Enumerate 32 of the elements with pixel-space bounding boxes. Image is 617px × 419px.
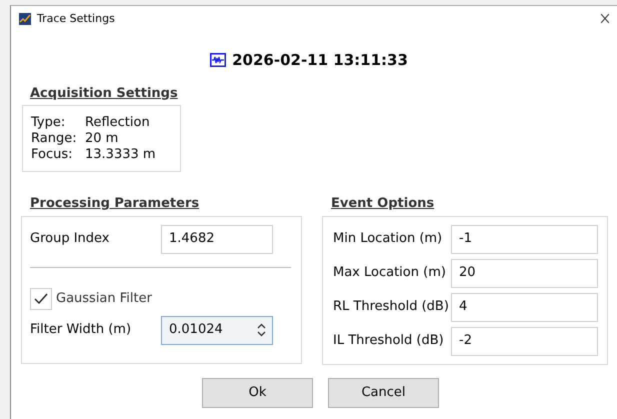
spin-arrows-icon[interactable] bbox=[257, 323, 266, 337]
section-heading: Processing Parameters bbox=[30, 195, 200, 213]
field-value: 13.3333 m bbox=[85, 147, 156, 163]
field-label: RL Threshold (dB) bbox=[333, 298, 450, 316]
section-heading: Acquisition Settings bbox=[30, 84, 178, 102]
field-label: IL Threshold (dB) bbox=[333, 332, 445, 350]
field-label: Range: bbox=[31, 131, 78, 147]
text-field[interactable]: 4 bbox=[451, 292, 598, 322]
field-label: Type: bbox=[31, 115, 66, 131]
close-icon[interactable] bbox=[601, 14, 609, 23]
field-value: 20 m bbox=[85, 131, 118, 147]
text-field[interactable]: -2 bbox=[451, 326, 598, 356]
section-heading: Event Options bbox=[331, 195, 434, 213]
dialog-button[interactable]: Ok bbox=[202, 378, 313, 408]
gaussian-filter-checkbox[interactable] bbox=[30, 288, 52, 310]
text-field[interactable]: -1 bbox=[451, 224, 598, 254]
field-label: Max Location (m) bbox=[333, 264, 447, 282]
check-icon bbox=[34, 292, 48, 304]
field-label: Filter Width (m) bbox=[30, 321, 132, 340]
dialog-button[interactable]: Cancel bbox=[328, 378, 439, 408]
timestamp: 2026-02-11 13:11:33 bbox=[232, 50, 408, 71]
field-label: Min Location (m) bbox=[333, 230, 444, 248]
field-label: Group Index bbox=[30, 230, 110, 248]
waveform-icon bbox=[210, 53, 226, 68]
window-title: Trace Settings bbox=[37, 10, 115, 27]
app-icon bbox=[19, 13, 31, 25]
group-index-field[interactable]: 1.4682 bbox=[161, 224, 273, 254]
field-label: Focus: bbox=[31, 147, 74, 163]
field-value: Reflection bbox=[85, 115, 150, 131]
checkbox-label: Gaussian Filter bbox=[56, 290, 152, 308]
text-field[interactable]: 20 bbox=[451, 258, 598, 288]
filter-width-spinbox[interactable]: 0.01024 bbox=[161, 316, 273, 344]
